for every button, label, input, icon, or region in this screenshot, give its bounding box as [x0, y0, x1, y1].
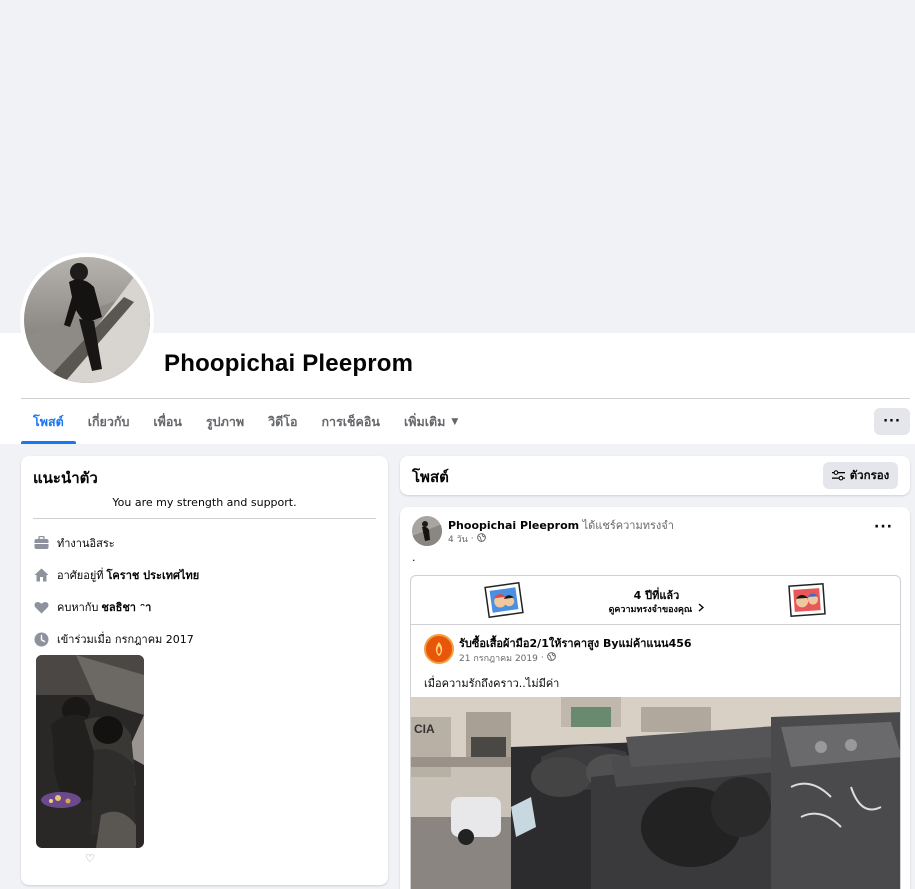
- intro-divider: [33, 518, 376, 519]
- tab-checkins[interactable]: การเช็คอิน: [309, 399, 391, 444]
- tab-about[interactable]: เกี่ยวกับ: [76, 399, 142, 444]
- posts-title: โพสต์: [412, 468, 449, 486]
- intro-card: แนะนำตัว You are my strength and support…: [21, 456, 388, 885]
- svg-text:CIA: CIA: [414, 722, 435, 736]
- avatar-image: [24, 257, 150, 383]
- memory-header: 4 ปีที่แล้ว ดูความทรงจำของคุณ: [411, 576, 900, 625]
- post-text: .: [412, 551, 416, 564]
- memory-subtitle[interactable]: ดูความทรงจำของคุณ: [411, 602, 900, 616]
- heart-icon: [33, 599, 49, 615]
- post-author-avatar[interactable]: [412, 516, 442, 546]
- post-author-name[interactable]: Phoopichai Pleeprom: [448, 519, 579, 532]
- tab-more[interactable]: เพิ่มเติม ▼: [392, 399, 470, 444]
- featured-photo[interactable]: [36, 655, 144, 848]
- info-lives: อาศัยอยู่ที่ โคราช ประเทศไทย: [33, 566, 199, 584]
- post-action: ได้แชร์ความทรงจำ: [582, 519, 674, 532]
- shared-post-text: เมื่อความรักถึงคราว..ไม่มีค่า: [424, 677, 560, 690]
- post-card: Phoopichai Pleeprom ได้แชร์ความทรงจำ 4 ว…: [400, 507, 910, 889]
- meta-separator: ·: [540, 653, 544, 663]
- info-relationship-partner[interactable]: ชลธิชา ᵔา: [101, 598, 151, 616]
- tab-photos[interactable]: รูปภาพ: [194, 399, 256, 444]
- posts-header: โพสต์ ตัวกรอง: [400, 456, 910, 495]
- info-lives-text: อาศัยอยู่ที่: [57, 569, 104, 582]
- post-meta: 4 วัน ·: [448, 532, 486, 546]
- shared-page-name[interactable]: รับซื้อเสื้อผ้ามือ2/1ให้ราคาสูง Byแม่ค้า…: [459, 634, 692, 652]
- intro-title: แนะนำตัว: [33, 469, 98, 487]
- info-work-text: ทำงานอิสระ: [57, 537, 115, 550]
- info-joined-text: เข้าร่วมเมื่อ กรกฎาคม 2017: [57, 633, 194, 646]
- more-options-button[interactable]: ···: [874, 408, 910, 435]
- filter-label: ตัวกรอง: [849, 467, 890, 482]
- profile-name: Phoopichai Pleeprom: [164, 350, 414, 377]
- post-time[interactable]: 4 วัน: [448, 532, 468, 546]
- photo-like-icon[interactable]: ♡: [85, 852, 95, 865]
- filter-icon: [831, 470, 845, 481]
- tab-more-label: เพิ่มเติม: [403, 413, 446, 429]
- shared-post-date[interactable]: 21 กรกฎาคม 2019: [459, 651, 538, 665]
- home-icon: [33, 567, 49, 583]
- filter-button[interactable]: ตัวกรอง: [823, 462, 898, 489]
- memory-card[interactable]: 4 ปีที่แล้ว ดูความทรงจำของคุณ รับซื้อเสื…: [410, 575, 901, 889]
- caret-down-icon: ▼: [451, 416, 459, 427]
- post-menu-button[interactable]: ···: [874, 519, 893, 535]
- meta-separator: ·: [470, 534, 474, 544]
- info-joined: เข้าร่วมเมื่อ กรกฎาคม 2017: [33, 630, 194, 648]
- globe-icon: [546, 652, 556, 664]
- clock-icon: [33, 631, 49, 647]
- tab-friends[interactable]: เพื่อน: [141, 399, 194, 444]
- tab-posts[interactable]: โพสต์: [21, 399, 76, 444]
- info-relationship-text: คบหากับ: [57, 601, 99, 614]
- tab-videos[interactable]: วิดีโอ: [256, 399, 309, 444]
- shared-post-meta: 21 กรกฎาคม 2019 ·: [459, 651, 556, 665]
- shared-page-avatar[interactable]: [424, 634, 454, 664]
- memory-subtitle-text: ดูความทรงจำของคุณ: [608, 605, 693, 615]
- memory-sticker-right-icon: [787, 582, 827, 618]
- info-lives-location[interactable]: โคราช ประเทศไทย: [107, 566, 200, 584]
- chevron-right-icon: [698, 603, 705, 615]
- shared-post-photo[interactable]: CIA: [411, 697, 900, 889]
- intro-bio: You are my strength and support.: [112, 496, 297, 509]
- info-relationship: คบหากับ ชลธิชา ᵔา: [33, 598, 151, 616]
- profile-avatar[interactable]: [20, 253, 154, 387]
- profile-tabs: โพสต์ เกี่ยวกับ เพื่อน รูปภาพ วิดีโอ การ…: [21, 399, 470, 444]
- info-work: ทำงานอิสระ: [33, 534, 115, 552]
- globe-icon: [476, 533, 486, 545]
- briefcase-icon: [33, 535, 49, 551]
